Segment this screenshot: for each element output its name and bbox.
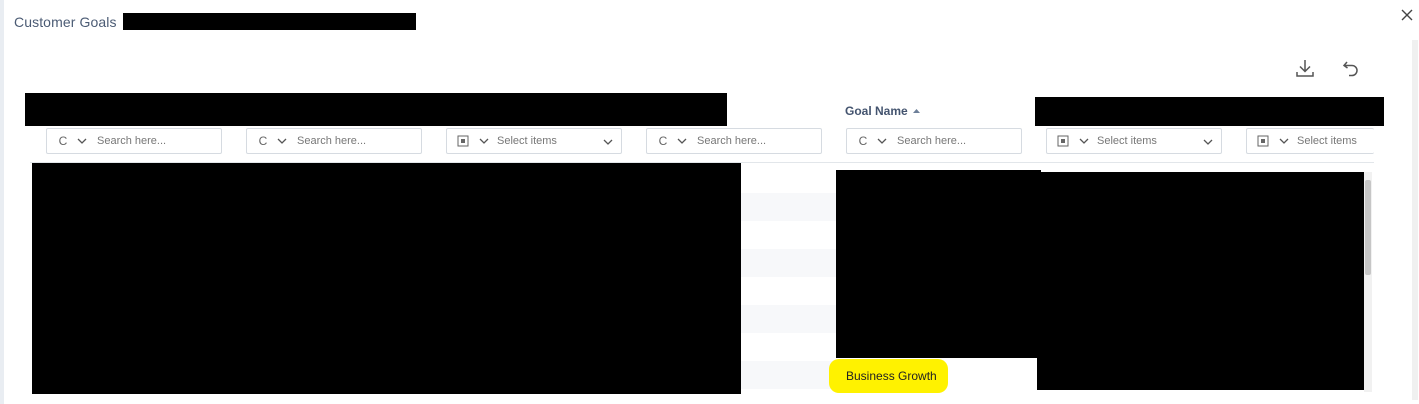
download-icon — [1296, 60, 1314, 77]
filter-select-col3[interactable]: Select items — [446, 128, 622, 154]
undo-icon — [1342, 61, 1358, 77]
dialog-title: Customer Goals — [14, 14, 117, 30]
filter-operator[interactable]: C — [651, 134, 675, 148]
chevron-down-icon[interactable] — [275, 134, 289, 148]
chevron-down-icon[interactable] — [75, 134, 89, 148]
reset-button[interactable] — [1340, 57, 1362, 79]
dropdown-chevron-icon[interactable] — [1201, 135, 1215, 149]
dialog-left-border — [0, 0, 4, 404]
dropdown-chevron-icon[interactable] — [601, 135, 615, 149]
close-button[interactable] — [1398, 6, 1416, 24]
column-header-goal-name[interactable]: Goal Name — [845, 104, 921, 118]
chevron-down-icon[interactable] — [477, 134, 491, 148]
select-all-checkbox-icon[interactable] — [1057, 135, 1069, 147]
redacted-title-suffix — [123, 13, 416, 30]
redacted-column-headers-right — [1035, 97, 1384, 126]
chevron-down-icon[interactable] — [1277, 134, 1291, 148]
filter-input-goal-name[interactable]: C Search here... — [846, 128, 1022, 154]
select-all-checkbox-icon[interactable] — [457, 135, 469, 147]
filter-input-col1[interactable]: C Search here... — [46, 128, 222, 154]
redacted-grid-body-right — [1037, 172, 1365, 390]
select-all-checkbox-icon[interactable] — [1257, 135, 1269, 147]
filter-select-col7[interactable]: Select items — [1246, 128, 1374, 154]
filter-placeholder: Select items — [1297, 135, 1357, 147]
dialog-header: Customer Goals — [14, 12, 117, 32]
sort-ascending-icon[interactable] — [912, 107, 921, 116]
filter-operator[interactable]: C — [51, 134, 75, 148]
filter-placeholder: Search here... — [297, 135, 367, 147]
filter-select-col6[interactable]: Select items — [1046, 128, 1222, 154]
goal-name-cell[interactable]: Business Growth — [846, 369, 937, 383]
table-row[interactable] — [741, 305, 836, 333]
filter-placeholder: Search here... — [897, 135, 967, 147]
grid-scrollbar-thumb[interactable] — [1365, 180, 1371, 275]
chevron-down-icon[interactable] — [675, 134, 689, 148]
filter-operator[interactable]: C — [251, 134, 275, 148]
redacted-column-headers-left — [25, 93, 727, 126]
redacted-grid-body-left — [32, 163, 741, 394]
filter-placeholder: Select items — [497, 135, 557, 147]
table-row[interactable] — [741, 193, 836, 221]
redacted-goal-name-cells — [836, 170, 1041, 358]
filter-placeholder: Select items — [1097, 135, 1157, 147]
table-row[interactable] — [741, 361, 836, 389]
table-row[interactable] — [741, 249, 836, 277]
filter-input-col4[interactable]: C Search here... — [646, 128, 822, 154]
filter-placeholder: Search here... — [97, 135, 167, 147]
chevron-down-icon[interactable] — [875, 134, 889, 148]
column-header-label: Goal Name — [845, 104, 908, 118]
filter-input-col2[interactable]: C Search here... — [246, 128, 422, 154]
close-icon — [1401, 9, 1413, 21]
dialog-scrollbar[interactable] — [1412, 40, 1418, 400]
chevron-down-icon[interactable] — [1077, 134, 1091, 148]
download-button[interactable] — [1294, 57, 1316, 79]
filter-placeholder: Search here... — [697, 135, 767, 147]
filter-operator[interactable]: C — [851, 134, 875, 148]
